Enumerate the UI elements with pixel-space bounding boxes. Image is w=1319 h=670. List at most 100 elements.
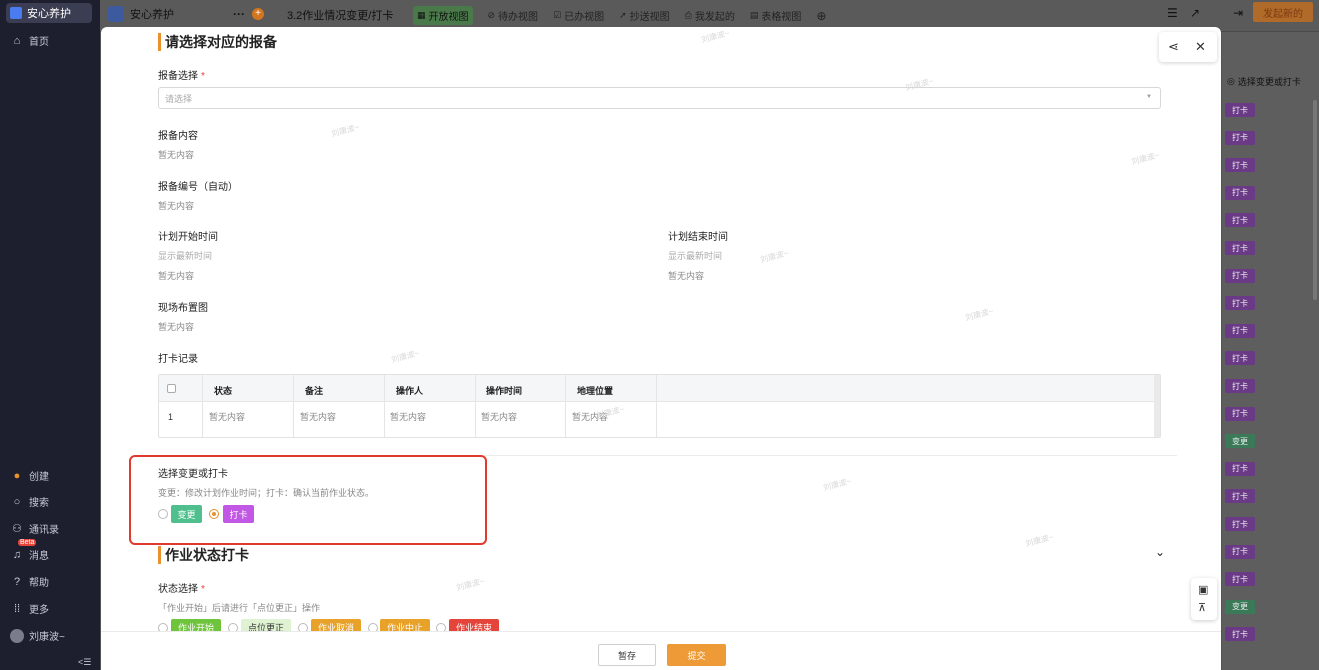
sidebar-item-create[interactable]: ● 创建 bbox=[10, 468, 49, 484]
target-icon: ◎ bbox=[1227, 76, 1235, 86]
report-content-value: 暂无内容 bbox=[158, 150, 195, 160]
plan-end-value: 暂无内容 bbox=[668, 271, 705, 281]
chevron-down-icon[interactable]: ⌄ bbox=[1155, 545, 1165, 559]
tab-table-view[interactable]: ▤ 表格视图 bbox=[750, 8, 802, 23]
trend-icon[interactable]: ↗ bbox=[1190, 6, 1200, 20]
column-header-label: 选择变更或打卡 bbox=[1237, 77, 1301, 87]
watermark: 刘康波~ bbox=[1130, 150, 1161, 167]
sidebar-item-more[interactable]: ⁞⁞ 更多 bbox=[10, 601, 49, 617]
watermark: 刘康波~ bbox=[455, 576, 486, 593]
user-name: 刘康波~ bbox=[29, 632, 65, 643]
chevron-down-icon: ▼ bbox=[1146, 94, 1152, 100]
document-icon: ⎙ bbox=[684, 10, 692, 20]
background-chip: 打卡 bbox=[1225, 296, 1255, 311]
section-accent-bar bbox=[158, 546, 161, 564]
column-divider bbox=[565, 375, 566, 437]
avatar bbox=[10, 628, 24, 643]
watermark: 刘康波~ bbox=[1024, 532, 1055, 549]
save-draft-button[interactable]: 暂存 bbox=[598, 644, 656, 666]
more-icon[interactable]: ··· bbox=[233, 7, 245, 21]
column-header-status: 状态 bbox=[214, 386, 233, 396]
sidebar-item-label: 首页 bbox=[29, 37, 49, 48]
select-all-checkbox[interactable] bbox=[167, 384, 176, 393]
sidebar-item-messages[interactable]: ♫ Beta 消息 bbox=[10, 539, 49, 562]
sidebar-item-label: 创建 bbox=[29, 472, 49, 483]
tab-open-view[interactable]: ▦ 开放视图 bbox=[413, 6, 473, 25]
sidebar-item-contacts[interactable]: ⚇ 通讯录 bbox=[10, 521, 59, 536]
app-title[interactable]: 安心养护 bbox=[108, 6, 174, 22]
column-header-time: 操作时间 bbox=[486, 386, 523, 396]
list-icon[interactable]: ☰ bbox=[1167, 6, 1178, 20]
table-scrollbar[interactable] bbox=[1154, 375, 1160, 437]
tab-done-view[interactable]: ☑ 已办视图 bbox=[553, 8, 604, 23]
table-cell: 暂无内容 bbox=[209, 412, 246, 422]
check-icon: ☑ bbox=[553, 10, 562, 20]
watermark: 刘康波~ bbox=[700, 28, 731, 45]
plan-start-hint: 显示最新时间 bbox=[158, 251, 213, 261]
label-text: 报备选择 bbox=[158, 71, 198, 82]
report-select[interactable]: 请选择 ▼ bbox=[158, 87, 1161, 109]
table-icon: ▦ bbox=[417, 10, 426, 20]
column-divider bbox=[202, 375, 203, 437]
background-chip: 打卡 bbox=[1225, 185, 1255, 200]
tab-todo-view[interactable]: ⊘ 待办视图 bbox=[488, 8, 539, 23]
background-chip: 打卡 bbox=[1225, 461, 1255, 476]
watermark: 刘康波~ bbox=[822, 476, 853, 493]
tab-label: 开放视图 bbox=[428, 12, 469, 23]
launch-new-button[interactable]: 发起新的 bbox=[1253, 2, 1313, 22]
add-view-icon[interactable]: ⊕ bbox=[816, 9, 826, 23]
grid-icon: ⁞⁞ bbox=[13, 602, 21, 615]
tab-my-launched[interactable]: ⎙ 我发起的 bbox=[685, 8, 735, 23]
sidebar-item-search[interactable]: ○ 搜索 bbox=[10, 494, 49, 510]
add-icon[interactable]: + bbox=[252, 8, 264, 20]
help-icon: ? bbox=[13, 575, 21, 588]
qr-code-icon[interactable]: ▣ bbox=[1198, 583, 1208, 596]
column-header-operator: 操作人 bbox=[396, 386, 424, 396]
sidebar-item-label: 搜索 bbox=[29, 498, 49, 509]
checkin-modal: 请选择对应的报备 报备选择 * 请选择 ▼ 报备内容 暂无内容 报备编号（自动） … bbox=[101, 27, 1221, 670]
status-hint: 「作业开始」后请进行「点位更正」操作 bbox=[158, 603, 321, 613]
tab-cc-view[interactable]: ➚ 抄送视图 bbox=[619, 8, 670, 23]
workspace-name: 安心养护 bbox=[27, 8, 71, 20]
background-chip: 打卡 bbox=[1225, 268, 1255, 283]
watermark: 刘康波~ bbox=[390, 348, 421, 365]
report-number-label: 报备编号（自动） bbox=[158, 182, 238, 193]
tab-label: 我发起的 bbox=[694, 12, 735, 23]
sidebar-item-home[interactable]: ⌂ 首页 bbox=[10, 33, 49, 49]
home-icon: ⌂ bbox=[13, 34, 21, 47]
todo-icon: ⊘ bbox=[487, 10, 496, 20]
export-icon[interactable]: ⇥ bbox=[1233, 6, 1243, 20]
background-scrollbar[interactable] bbox=[1313, 100, 1317, 300]
sidebar-user[interactable]: 刘康波~ bbox=[10, 628, 65, 643]
form-title[interactable]: 3.2作业情况变更/打卡 bbox=[287, 7, 393, 23]
workspace-switcher[interactable]: 安心养护 bbox=[6, 3, 92, 23]
column-header-note: 备注 bbox=[305, 386, 324, 396]
collapse-sidebar-button[interactable]: <☰ bbox=[78, 657, 91, 668]
share-icon[interactable]: ⋖ bbox=[1168, 39, 1179, 55]
background-chip: 变更 bbox=[1225, 599, 1255, 614]
sidebar-item-help[interactable]: ? 帮助 bbox=[10, 574, 49, 590]
background-chip: 打卡 bbox=[1225, 241, 1255, 255]
background-chip: 打卡 bbox=[1225, 351, 1255, 366]
background-chip: 变更 bbox=[1225, 434, 1255, 449]
section-status-title: 作业状态打卡 bbox=[158, 545, 249, 565]
plan-end-label: 计划结束时间 bbox=[668, 232, 728, 243]
watermark: 刘康波~ bbox=[964, 306, 995, 323]
back-to-top-icon[interactable]: ⊼ bbox=[1198, 601, 1206, 614]
left-sidebar: 安心养护 ⌂ 首页 ● 创建 ○ 搜索 ⚇ 通讯录 ♫ Beta 消息 ? 帮助… bbox=[0, 0, 100, 670]
background-chip: 打卡 bbox=[1225, 379, 1255, 393]
plan-start-value: 暂无内容 bbox=[158, 271, 195, 281]
close-icon[interactable]: ✕ bbox=[1195, 39, 1206, 55]
report-select-label: 报备选择 * bbox=[158, 67, 205, 82]
label-text: 状态选择 bbox=[158, 584, 198, 595]
highlight-box bbox=[129, 455, 487, 545]
submit-button[interactable]: 提交 bbox=[667, 644, 726, 666]
required-mark: * bbox=[201, 71, 205, 82]
background-chip: 打卡 bbox=[1225, 544, 1255, 559]
workspace-logo-icon bbox=[10, 7, 22, 19]
checkin-record-label: 打卡记录 bbox=[158, 354, 198, 365]
background-column-header[interactable]: ◎ 选择变更或打卡 bbox=[1227, 75, 1301, 88]
background-chip: 打卡 bbox=[1225, 158, 1255, 173]
layout-label: 现场布置图 bbox=[158, 303, 208, 314]
background-chip: 打卡 bbox=[1225, 517, 1255, 531]
